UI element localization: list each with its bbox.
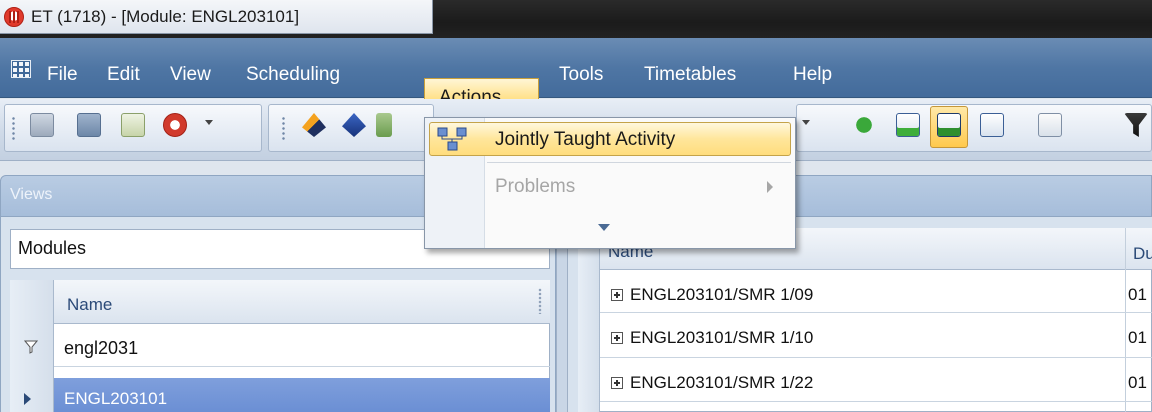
toolbar-grip[interactable]: [282, 116, 285, 140]
filter-input[interactable]: engl2031: [64, 338, 138, 359]
link-icon[interactable]: [852, 113, 876, 137]
window-view-icon[interactable]: [980, 113, 1004, 137]
edit-icon[interactable]: [1038, 113, 1062, 137]
table-row-name: ENGL203101/SMR 1/10: [630, 328, 814, 347]
jointly-taught-icon: [437, 127, 467, 151]
chevron-down-icon[interactable]: [205, 120, 213, 126]
calendar-view-icon[interactable]: [937, 113, 961, 137]
table-row-duration: 01: [1128, 328, 1147, 347]
table-row-duration: 01: [1128, 373, 1147, 392]
screenshot-icon[interactable]: [30, 113, 54, 137]
save-icon[interactable]: [77, 113, 101, 137]
expand-icon[interactable]: [611, 377, 623, 389]
menu-separator: [487, 162, 791, 163]
app-logo-icon: [4, 6, 24, 27]
chevron-down-icon[interactable]: [598, 224, 610, 231]
refresh-icon[interactable]: [121, 113, 145, 137]
actions-dropdown-menu: Jointly Taught Activity Problems: [424, 117, 796, 249]
expand-icon[interactable]: [611, 289, 623, 301]
table-row-label: ENGL203101: [64, 389, 168, 408]
menu-tools[interactable]: Tools: [559, 61, 603, 89]
menu-file[interactable]: File: [47, 61, 78, 89]
expand-icon[interactable]: [611, 332, 623, 344]
menu-timetables[interactable]: Timetables: [644, 61, 736, 89]
window-title-area: ET (1718) - [Module: ENGL203101]: [0, 0, 433, 34]
menu-edit[interactable]: Edit: [107, 61, 140, 89]
window-title: ET (1718) - [Module: ENGL203101]: [31, 6, 300, 26]
app-menu-grid-icon[interactable]: [11, 60, 31, 78]
filter-icon: [24, 340, 38, 354]
submenu-arrow-icon: [767, 181, 773, 193]
column-resize-handle[interactable]: [538, 288, 542, 314]
toolbar-grip[interactable]: [12, 116, 15, 140]
table-row-name: ENGL203101/SMR 1/22: [630, 373, 814, 392]
current-row-arrow-icon: [24, 393, 31, 405]
menu-item-label: Jointly Taught Activity: [495, 129, 676, 150]
column-header-name[interactable]: Name: [67, 295, 112, 315]
column-header-duration[interactable]: Du: [1133, 244, 1152, 264]
timetable-logo-icon[interactable]: [163, 113, 187, 137]
module-icon[interactable]: [376, 113, 392, 137]
views-panel-title: Views: [10, 186, 53, 203]
row-selector-column: [578, 228, 600, 412]
menu-view[interactable]: View: [170, 61, 211, 89]
menu-item-problems[interactable]: Problems: [495, 176, 575, 198]
table-row-name: ENGL203101/SMR 1/09: [630, 285, 814, 304]
toolbar-group-view: [796, 104, 1152, 152]
menu-scheduling[interactable]: Scheduling: [246, 61, 340, 89]
menu-help[interactable]: Help: [793, 61, 832, 89]
chevron-down-icon[interactable]: [802, 120, 810, 126]
view-selector-value: Modules: [18, 238, 87, 258]
schedule-view-icon[interactable]: [896, 113, 920, 137]
table-row-duration: 01: [1128, 285, 1147, 304]
